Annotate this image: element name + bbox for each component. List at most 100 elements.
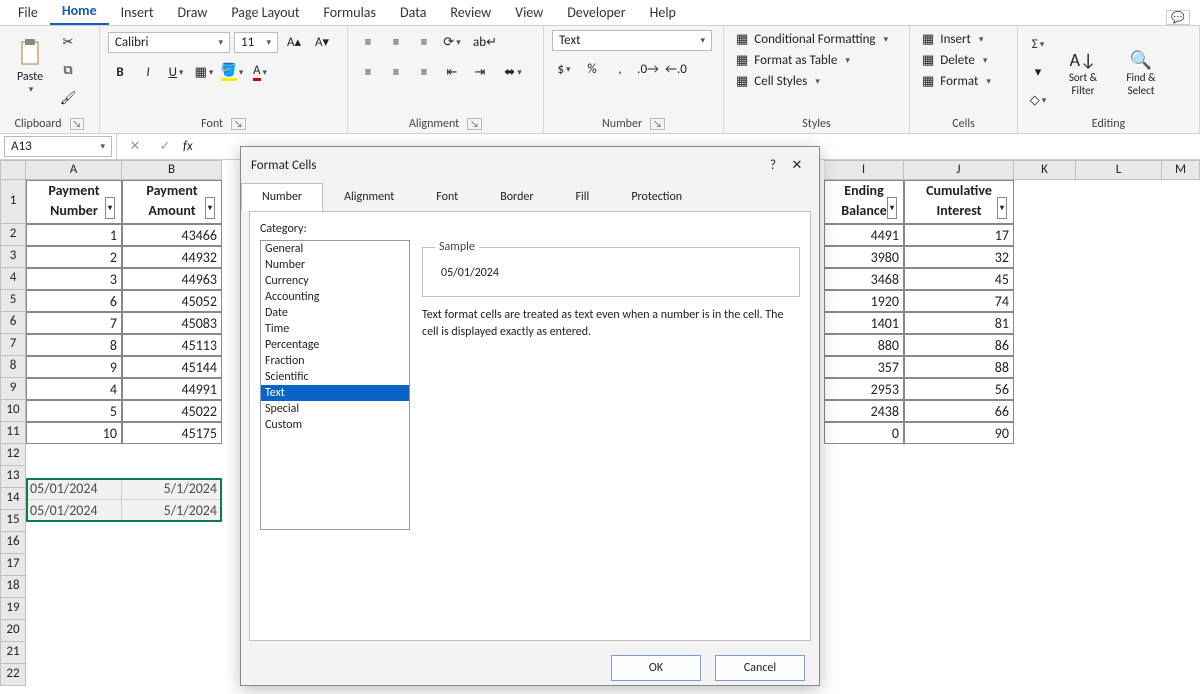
row-header[interactable]: 2	[0, 224, 26, 246]
table-header[interactable]: PaymentNumber▾	[26, 180, 122, 224]
orientation-button[interactable]: ⟳▾	[440, 30, 464, 54]
dialog-tab[interactable]: Font	[415, 183, 479, 211]
align-right-button[interactable]: ≡	[412, 60, 436, 84]
row-header[interactable]: 15	[0, 510, 26, 532]
category-item[interactable]: Text	[261, 385, 409, 401]
table-cell[interactable]: 10	[26, 422, 122, 444]
increase-decimal-button[interactable]: .0→	[636, 57, 660, 81]
dialog-tab[interactable]: Protection	[610, 183, 703, 211]
row-header[interactable]: 22	[0, 664, 26, 686]
merge-button[interactable]: ⬌▾	[496, 60, 530, 84]
row-header[interactable]: 12	[0, 444, 26, 466]
row-header[interactable]: 9	[0, 378, 26, 400]
row-header[interactable]: 6	[0, 312, 26, 334]
conditional-formatting-button[interactable]: ▦Conditional Formatting▾	[732, 30, 892, 49]
table-cell[interactable]: 5	[26, 400, 122, 422]
clear-button[interactable]: ◇▾	[1026, 89, 1050, 113]
cell-styles-button[interactable]: ▦Cell Styles▾	[732, 72, 824, 91]
wrap-text-button[interactable]: ab↵	[468, 30, 502, 54]
tab-view[interactable]: View	[503, 0, 555, 25]
font-name-dropdown[interactable]: Calibri▾	[108, 32, 230, 53]
table-cell[interactable]: 4491	[824, 224, 904, 246]
date-cell[interactable]: 5/1/2024	[122, 500, 222, 522]
align-left-button[interactable]: ≡	[356, 60, 380, 84]
category-item[interactable]: Custom	[261, 417, 409, 433]
autosum-button[interactable]: Σ▾	[1026, 33, 1050, 57]
row-header[interactable]: 8	[0, 356, 26, 378]
table-cell[interactable]: 45113	[122, 334, 222, 356]
dialog-tab[interactable]: Border	[479, 183, 554, 211]
col-header-B[interactable]: B	[122, 160, 222, 180]
table-cell[interactable]: 44932	[122, 246, 222, 268]
table-cell[interactable]: 17	[904, 224, 1014, 246]
row-header[interactable]: 4	[0, 268, 26, 290]
row-header[interactable]: 14	[0, 488, 26, 510]
table-cell[interactable]: 45144	[122, 356, 222, 378]
grow-font-button[interactable]: A▴	[282, 30, 306, 54]
bold-button[interactable]: B	[108, 60, 132, 84]
table-cell[interactable]: 66	[904, 400, 1014, 422]
table-cell[interactable]: 45	[904, 268, 1014, 290]
table-header[interactable]: PaymentAmount▾	[122, 180, 222, 224]
increase-indent-button[interactable]: ⇥	[468, 60, 492, 84]
filter-icon[interactable]: ▾	[887, 197, 897, 219]
table-cell[interactable]: 45175	[122, 422, 222, 444]
align-top-button[interactable]: ≡	[356, 30, 380, 54]
table-cell[interactable]: 880	[824, 334, 904, 356]
category-item[interactable]: Accounting	[261, 289, 409, 305]
decrease-indent-button[interactable]: ⇤	[440, 60, 464, 84]
table-cell[interactable]: 7	[26, 312, 122, 334]
category-list[interactable]: GeneralNumberCurrencyAccountingDateTimeP…	[260, 240, 410, 530]
table-cell[interactable]: 45083	[122, 312, 222, 334]
table-cell[interactable]: 1401	[824, 312, 904, 334]
category-item[interactable]: Special	[261, 401, 409, 417]
confirm-entry-button[interactable]: ✓	[153, 135, 177, 159]
tab-draw[interactable]: Draw	[166, 0, 220, 25]
table-cell[interactable]: 56	[904, 378, 1014, 400]
table-cell[interactable]: 86	[904, 334, 1014, 356]
tab-page-layout[interactable]: Page Layout	[219, 0, 311, 25]
category-item[interactable]: General	[261, 241, 409, 257]
font-size-dropdown[interactable]: 11▾	[234, 32, 278, 53]
table-cell[interactable]: 2	[26, 246, 122, 268]
col-header-J[interactable]: J	[904, 160, 1014, 180]
row-header[interactable]: 17	[0, 554, 26, 576]
row-header[interactable]: 19	[0, 598, 26, 620]
table-cell[interactable]: 8	[26, 334, 122, 356]
align-middle-button[interactable]: ≡	[384, 30, 408, 54]
border-button[interactable]: ▦▾	[192, 60, 216, 84]
percent-format-button[interactable]: %	[580, 57, 604, 81]
table-cell[interactable]: 0	[824, 422, 904, 444]
insert-cells-button[interactable]: ▦Insert▾	[918, 30, 987, 49]
table-cell[interactable]: 1	[26, 224, 122, 246]
table-cell[interactable]: 43466	[122, 224, 222, 246]
find-select-button[interactable]: 🔍Find & Select	[1116, 37, 1166, 109]
ok-button[interactable]: OK	[611, 655, 701, 681]
shrink-font-button[interactable]: A▾	[310, 30, 334, 54]
filter-icon[interactable]: ▾	[105, 197, 115, 219]
table-cell[interactable]: 2953	[824, 378, 904, 400]
table-header[interactable]: EndingBalance▾	[824, 180, 904, 224]
comments-icon[interactable]: 💬	[1166, 10, 1190, 25]
dialog-help-button[interactable]: ?	[761, 153, 785, 177]
align-bottom-button[interactable]: ≡	[412, 30, 436, 54]
table-cell[interactable]: 45022	[122, 400, 222, 422]
row-header[interactable]: 5	[0, 290, 26, 312]
category-item[interactable]: Time	[261, 321, 409, 337]
dialog-close-button[interactable]: ✕	[785, 153, 809, 177]
table-cell[interactable]: 32	[904, 246, 1014, 268]
name-box[interactable]: A13▾	[4, 136, 112, 157]
tab-insert[interactable]: Insert	[109, 0, 166, 25]
table-cell[interactable]: 88	[904, 356, 1014, 378]
row-header[interactable]: 7	[0, 334, 26, 356]
cancel-entry-button[interactable]: ✕	[123, 135, 147, 159]
row-header[interactable]: 20	[0, 620, 26, 642]
category-item[interactable]: Scientific	[261, 369, 409, 385]
col-header-I[interactable]: I	[824, 160, 904, 180]
number-format-dropdown[interactable]: Text▾	[552, 30, 712, 51]
dialog-tab[interactable]: Alignment	[323, 183, 415, 211]
table-cell[interactable]: 74	[904, 290, 1014, 312]
format-as-table-button[interactable]: ▦Format as Table▾	[732, 51, 854, 70]
row-header[interactable]: 18	[0, 576, 26, 598]
number-launcher[interactable]: ↘	[650, 118, 665, 130]
